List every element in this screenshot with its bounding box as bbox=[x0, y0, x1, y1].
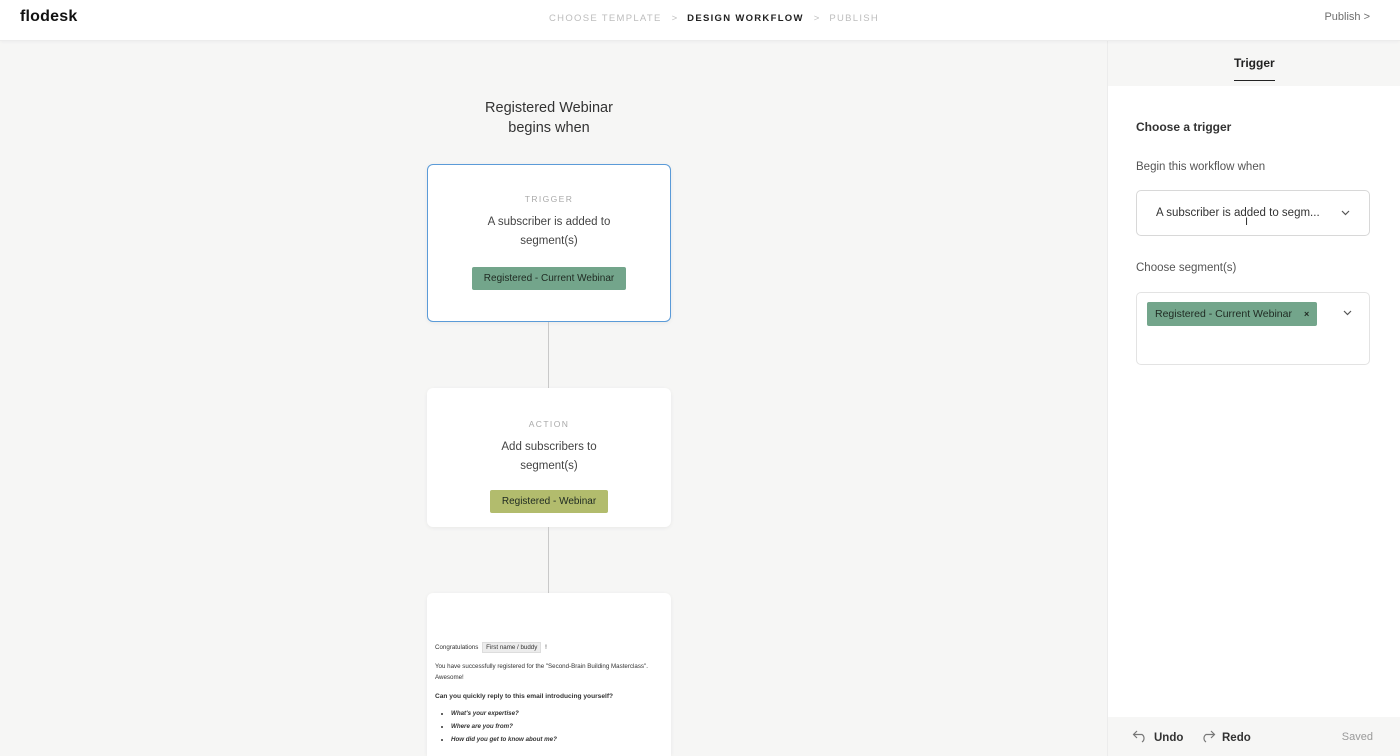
panel-footer: Undo Redo Saved bbox=[1108, 717, 1400, 756]
begin-workflow-label: Begin this workflow when bbox=[1136, 161, 1266, 173]
trigger-type-value: A subscriber is added to segm... bbox=[1156, 207, 1320, 219]
step-design-workflow[interactable]: DESIGN WORKFLOW bbox=[687, 13, 804, 24]
trigger-type-select[interactable]: A subscriber is added to segm... bbox=[1136, 190, 1370, 236]
email-greeting-end: ! bbox=[545, 644, 547, 651]
email-body: You have successfully registered for the… bbox=[435, 663, 648, 681]
email-greeting: Congratulations First name / buddy ! bbox=[435, 642, 663, 653]
email-bullet: Where are you from? bbox=[451, 720, 663, 733]
email-bullet: How did you get to know about me? bbox=[451, 733, 663, 746]
undo-label: Undo bbox=[1154, 731, 1184, 744]
trigger-card[interactable]: TRIGGER A subscriber is added to segment… bbox=[427, 164, 671, 322]
email-bullet: What's your expertise? bbox=[451, 707, 663, 720]
action-kicker: ACTION bbox=[528, 419, 570, 429]
workflow-title-line1: Registered Webinar bbox=[485, 100, 613, 116]
choose-segment-label: Choose segment(s) bbox=[1136, 262, 1237, 274]
workflow-steps: CHOOSE TEMPLATE > DESIGN WORKFLOW > PUBL… bbox=[549, 13, 879, 24]
selected-segment-label: Registered - Current Webinar bbox=[1155, 308, 1292, 320]
connector-line bbox=[548, 322, 549, 388]
email-bullets: What's your expertise? Where are you fro… bbox=[435, 707, 663, 746]
panel-header: Trigger bbox=[1108, 41, 1400, 86]
redo-icon bbox=[1200, 729, 1216, 746]
publish-button[interactable]: Publish > bbox=[1324, 11, 1370, 23]
app-logo[interactable]: flodesk bbox=[20, 8, 77, 26]
undo-button[interactable]: Undo bbox=[1132, 729, 1183, 746]
workflow-canvas: Registered Webinar begins when TRIGGER A… bbox=[0, 41, 1107, 756]
saved-status: Saved bbox=[1341, 731, 1373, 743]
tab-trigger[interactable]: Trigger bbox=[1234, 56, 1275, 81]
selected-segment-chip: Registered - Current Webinar × bbox=[1147, 302, 1318, 326]
step-separator: > bbox=[671, 13, 678, 24]
step-publish[interactable]: PUBLISH bbox=[829, 13, 879, 24]
settings-panel: Trigger Choose a trigger Begin this work… bbox=[1107, 41, 1400, 756]
step-choose-template[interactable]: CHOOSE TEMPLATE bbox=[549, 13, 662, 24]
chevron-down-icon[interactable] bbox=[1343, 308, 1352, 318]
connector-line bbox=[548, 527, 549, 593]
text-cursor-icon: I bbox=[1245, 216, 1249, 228]
email-greeting-text: Congratulations bbox=[435, 644, 479, 651]
top-bar: flodesk CHOOSE TEMPLATE > DESIGN WORKFLO… bbox=[0, 0, 1400, 41]
action-card[interactable]: ACTION Add subscribers to segment(s) Reg… bbox=[427, 388, 671, 527]
trigger-kicker: TRIGGER bbox=[524, 194, 574, 204]
trigger-segment-pill: Registered - Current Webinar bbox=[471, 267, 627, 290]
section-title: Choose a trigger bbox=[1136, 120, 1232, 134]
workflow-title-line2: begins when bbox=[508, 119, 590, 136]
undo-icon bbox=[1132, 729, 1148, 746]
email-question: Can you quickly reply to this email intr… bbox=[435, 693, 614, 700]
redo-button[interactable]: Redo bbox=[1200, 729, 1251, 746]
workflow-title: Registered Webinar begins when bbox=[449, 99, 649, 138]
chevron-down-icon bbox=[1341, 208, 1350, 218]
redo-label: Redo bbox=[1222, 731, 1251, 744]
segment-multiselect[interactable]: Registered - Current Webinar × bbox=[1136, 292, 1370, 365]
email-preview-card[interactable]: Congratulations First name / buddy ! You… bbox=[427, 593, 671, 756]
email-name-merge-tag: First name / buddy bbox=[482, 642, 542, 653]
action-segment-pill: Registered - Webinar bbox=[489, 490, 609, 513]
trigger-description: A subscriber is added to segment(s) bbox=[487, 216, 611, 247]
step-separator: > bbox=[813, 13, 820, 24]
action-description: Add subscribers to segment(s) bbox=[501, 441, 597, 472]
remove-segment-icon[interactable]: × bbox=[1304, 309, 1309, 319]
